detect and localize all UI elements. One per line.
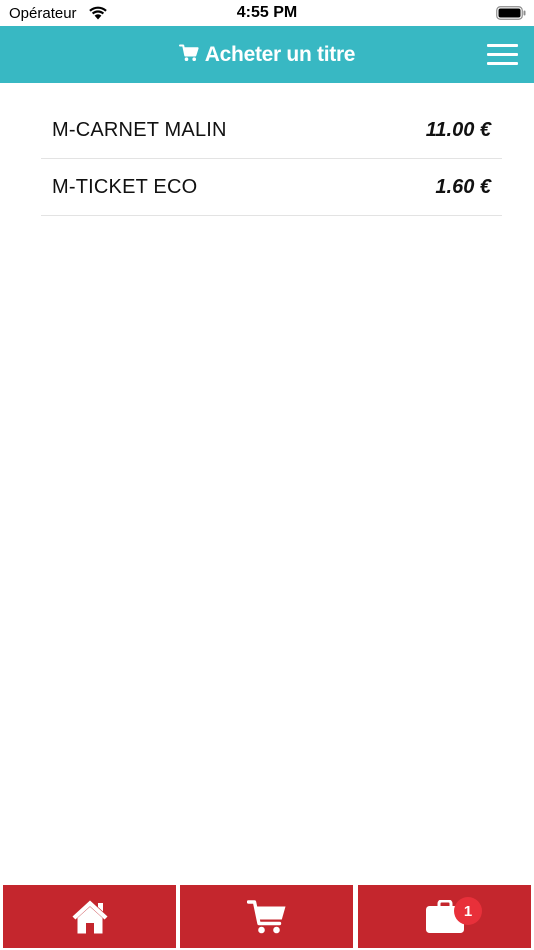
ticket-name: M-TICKET ECO bbox=[52, 175, 198, 198]
list-item[interactable]: M-CARNET MALIN 11.00 € bbox=[41, 102, 502, 159]
hamburger-icon-line bbox=[487, 53, 518, 56]
ticket-price: 11.00 € bbox=[425, 118, 491, 141]
cart-icon bbox=[178, 44, 199, 61]
status-bar: Opérateur 4:55 PM bbox=[0, 0, 534, 26]
tab-home[interactable] bbox=[3, 885, 176, 948]
menu-button[interactable] bbox=[487, 44, 518, 66]
clock: 4:55 PM bbox=[236, 4, 298, 21]
battery-icon bbox=[496, 6, 526, 20]
header-title-group: Acheter un titre bbox=[0, 26, 534, 83]
tab-wallet[interactable]: 1 bbox=[358, 885, 531, 948]
page-title: Acheter un titre bbox=[204, 42, 356, 66]
ticket-name: M-CARNET MALIN bbox=[52, 118, 227, 141]
hamburger-icon bbox=[487, 44, 518, 47]
hamburger-icon-line bbox=[487, 62, 518, 65]
list-item[interactable]: M-TICKET ECO 1.60 € bbox=[41, 159, 502, 216]
tab-bar: 1 bbox=[0, 885, 534, 948]
app-header: Acheter un titre bbox=[0, 26, 534, 83]
cart-icon bbox=[246, 899, 285, 933]
ticket-price: 1.60 € bbox=[435, 175, 491, 198]
home-icon bbox=[72, 900, 107, 933]
ticket-list: M-CARNET MALIN 11.00 € M-TICKET ECO 1.60… bbox=[41, 102, 502, 216]
wallet-badge: 1 bbox=[454, 897, 482, 925]
tab-cart[interactable] bbox=[180, 885, 353, 948]
